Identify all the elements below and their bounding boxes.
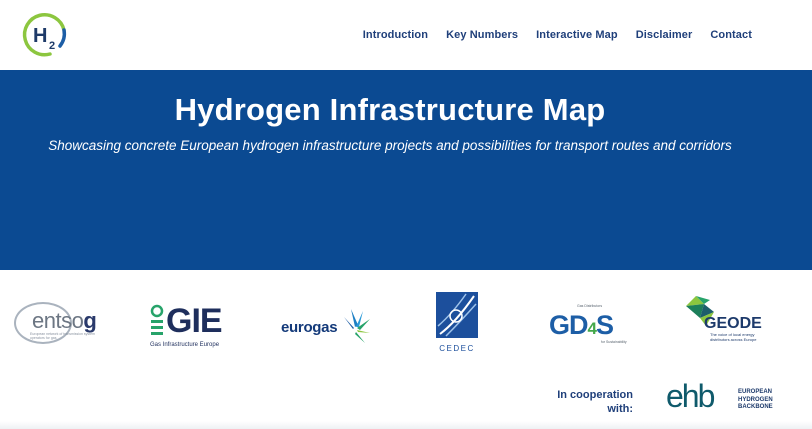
page-title: Hydrogen Infrastructure Map [174,92,606,127]
gd4s-name-b: 4 [587,319,598,338]
partner-logos: entsog European network of transmission … [0,270,812,429]
geode-tagline: The voice of local energy distributors a… [710,332,757,342]
entsog-name-suffix: g [83,308,97,333]
eurogas-logo[interactable]: eurogas [281,305,370,347]
page-subtitle: Showcasing concrete European hydrogen in… [48,138,732,153]
cedec-swirl-icon [437,293,477,337]
cooperation-label: In cooperation with: [553,388,633,416]
geode-name: GEODE [704,315,762,332]
ehb-tagline: EUROPEAN HYDROGEN BACKBONE [738,389,773,412]
h2-logo-icon: H 2 [22,13,67,57]
gd4s-bottom-text: for Sustainability [601,340,627,344]
cedec-logo[interactable]: CEDEC [434,292,480,358]
nav-introduction[interactable]: Introduction [363,29,428,41]
logo-subscript: 2 [49,40,55,52]
nav-disclaimer[interactable]: Disclaimer [636,29,693,41]
nav-contact[interactable]: Contact [710,29,752,41]
gie-flame-icon [150,304,164,335]
logo-letter-h: H [33,25,47,47]
cedec-mark [436,292,478,338]
eurogas-name: eurogas [281,319,338,336]
gd4s-name-c: S [595,310,614,340]
entsog-logo[interactable]: entsog European network of transmission … [12,300,102,348]
entsog-tagline: European network of transmission system … [30,332,95,340]
hero-banner: Hydrogen Infrastructure Map Showcasing c… [0,70,812,270]
cooperation-line-2: with: [607,403,633,415]
gd4s-name-a: GD [549,310,588,340]
page-bottom-shadow [0,421,812,429]
main-nav: Introduction Key Numbers Interactive Map… [363,29,752,41]
ehb-tagline-line-1: EUROPEAN [738,389,773,395]
geode-logo[interactable]: GEODE The voice of local energy distribu… [684,294,774,348]
ehb-name: ehb [666,378,715,414]
gie-logo[interactable]: GIE Gas Infrastructure Europe [148,300,238,348]
ehb-logo[interactable]: ehb EUROPEAN HYDROGEN BACKBONE [664,378,784,422]
h2-logo[interactable]: H 2 [20,10,72,62]
gie-name: GIE [166,302,223,340]
gd4s-logo[interactable]: Gas Distributors GD4S for Sustainability [549,304,639,348]
ehb-tagline-line-3: BACKBONE [738,404,773,410]
ehb-tagline-line-2: HYDROGEN [738,396,773,403]
site-header: H 2 Introduction Key Numbers Interactive… [0,0,812,70]
gd4s-top-text: Gas Distributors [577,304,603,308]
nav-interactive-map[interactable]: Interactive Map [536,29,618,41]
cedec-name: CEDEC [439,344,475,353]
eurogas-leaves-icon [344,309,370,343]
entsog-name-prefix: entso [32,308,84,333]
cooperation-line-1: In cooperation [557,389,633,401]
nav-key-numbers[interactable]: Key Numbers [446,29,518,41]
gie-tagline: Gas Infrastructure Europe [150,342,220,348]
